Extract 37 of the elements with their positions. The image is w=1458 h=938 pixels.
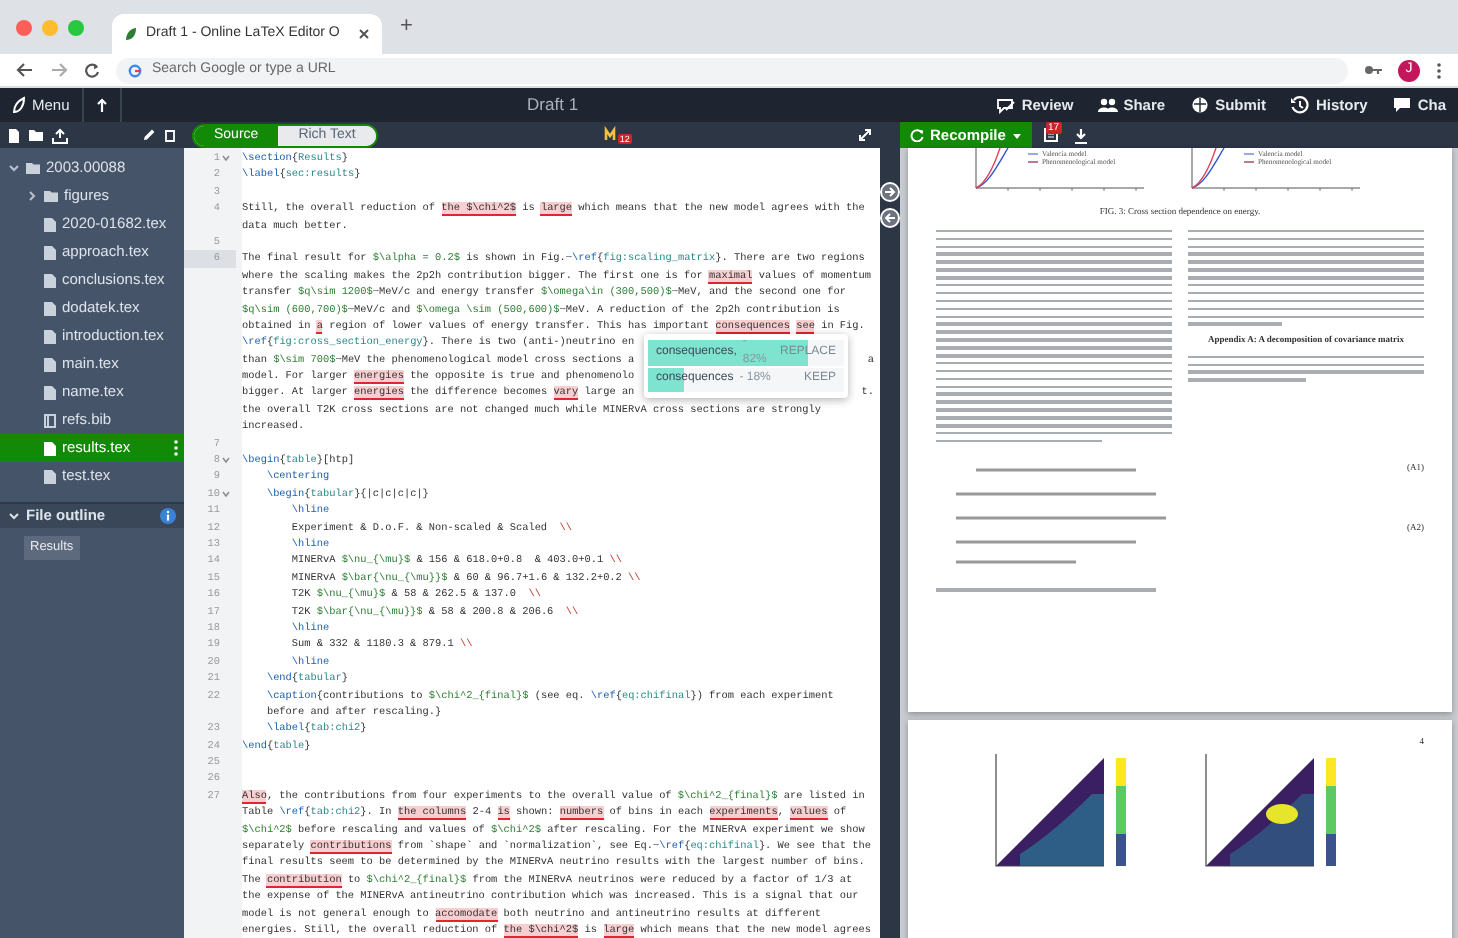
sync-to-code-button[interactable]: [880, 208, 900, 228]
expand-icon[interactable]: [858, 128, 872, 142]
more-menu-icon[interactable]: [1436, 61, 1442, 79]
chevron-down-icon[interactable]: [8, 162, 20, 174]
refresh-icon: [910, 128, 924, 142]
pencil-icon[interactable]: [142, 128, 156, 142]
leaf-icon: [12, 96, 26, 114]
back-icon[interactable]: [16, 62, 34, 78]
book-icon: [44, 413, 56, 427]
new-folder-icon[interactable]: [28, 128, 44, 142]
info-icon: [160, 508, 176, 524]
folder-icon: [26, 162, 40, 174]
download-icon[interactable]: [1073, 127, 1088, 143]
sync-to-pdf-button[interactable]: [880, 182, 900, 202]
key-icon[interactable]: [1364, 64, 1382, 76]
fold-icon[interactable]: [222, 154, 230, 163]
close-icon[interactable]: [358, 28, 370, 40]
globe-icon: [1189, 96, 1210, 114]
right-arrow-icon: [884, 186, 896, 198]
leaf-icon: [124, 26, 138, 42]
people-icon: [1097, 96, 1118, 114]
left-arrow-icon: [884, 212, 896, 224]
folder-icon: [44, 190, 58, 202]
chevron-right-icon[interactable]: [26, 190, 38, 202]
new-tab-button[interactable]: +: [394, 10, 419, 44]
speech-bubble-icon: [1391, 96, 1412, 114]
fold-icon[interactable]: [222, 456, 230, 465]
caret-icon: [1011, 131, 1022, 139]
fold-icon[interactable]: [222, 490, 230, 498]
new-file-icon[interactable]: [8, 127, 20, 143]
reload-icon[interactable]: [84, 62, 100, 78]
upload-icon[interactable]: [52, 127, 68, 143]
history-icon: [1289, 96, 1310, 114]
up-arrow-icon: [95, 97, 108, 113]
document-title: Draft 1: [525, 92, 581, 118]
review-icon: [995, 96, 1016, 114]
trash-icon[interactable]: [164, 128, 176, 142]
